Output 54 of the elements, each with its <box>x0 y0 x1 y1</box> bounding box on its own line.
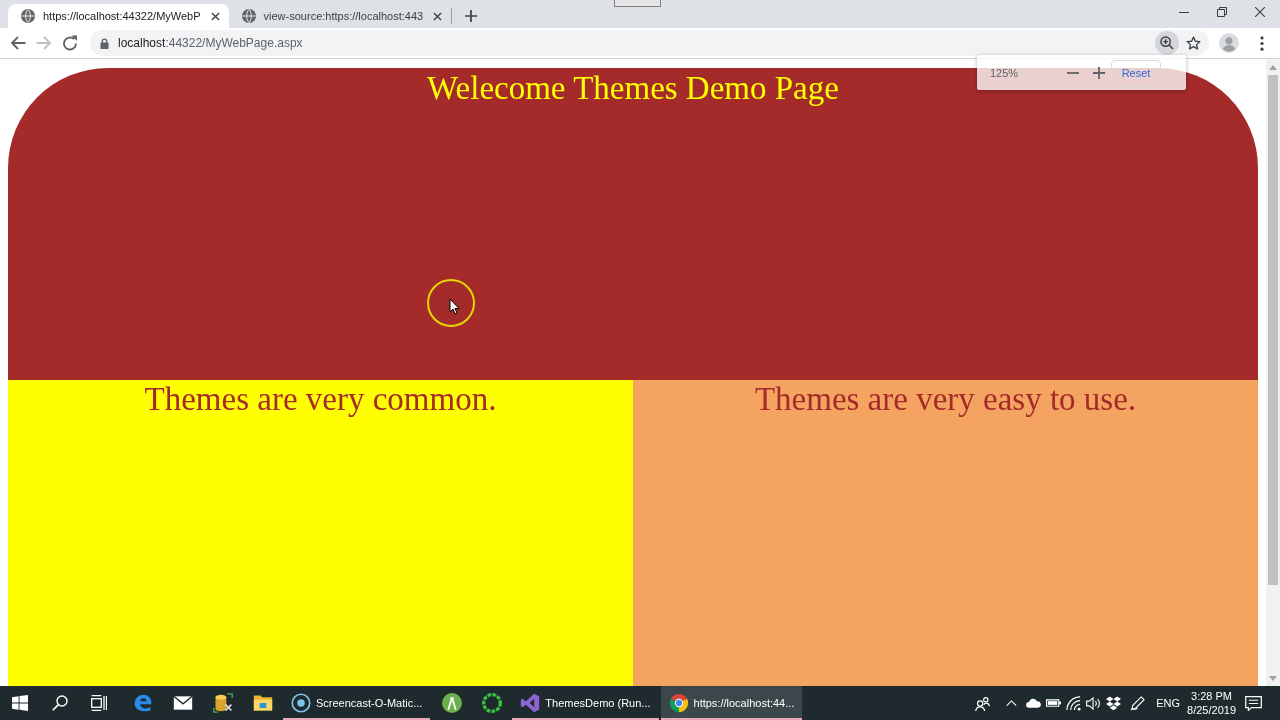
task-view-icon[interactable] <box>91 695 107 711</box>
star-icon[interactable] <box>1186 35 1201 51</box>
round-logo-icon <box>668 693 689 713</box>
search-icon[interactable] <box>52 695 68 711</box>
windows-logo-icon[interactable] <box>12 695 28 711</box>
folder-icon <box>253 693 273 713</box>
minimize-icon[interactable] <box>1179 11 1189 13</box>
taskbar-button[interactable]: https://localhost:44... <box>660 686 803 720</box>
wifi-icon[interactable] <box>1066 695 1082 711</box>
e-logo-icon <box>133 693 153 713</box>
browser-tab[interactable]: view-source:https://localhost:443 <box>228 4 452 28</box>
scrollbar-thumb[interactable] <box>1268 75 1278 585</box>
language-indicator[interactable]: ENG <box>1156 697 1181 709</box>
minus-icon[interactable] <box>1067 71 1079 74</box>
arrow-left-icon[interactable] <box>10 35 26 51</box>
restore-icon[interactable] <box>1217 7 1227 17</box>
clock[interactable]: 3:28 PM 8/25/2019 <box>1187 689 1236 717</box>
zoom-level-text: 125% <box>990 66 1019 79</box>
menu-icon[interactable] <box>1260 35 1264 51</box>
record-circle-icon <box>291 693 311 713</box>
scrollbar[interactable] <box>1266 59 1280 686</box>
envelope-icon <box>173 693 193 713</box>
open-box-logo-icon[interactable] <box>1106 695 1122 711</box>
ribbon-logo-icon <box>520 693 541 713</box>
reset-button[interactable]: Reset <box>1111 59 1161 86</box>
battery-icon[interactable] <box>1046 698 1062 708</box>
pen-icon[interactable] <box>1130 695 1146 711</box>
reload-icon[interactable] <box>62 35 78 51</box>
chevron-up-icon[interactable] <box>1006 700 1018 706</box>
notification-icon[interactable] <box>1245 695 1262 711</box>
close-icon[interactable] <box>433 11 443 21</box>
globe-icon <box>241 9 256 23</box>
compass-icon <box>442 693 463 713</box>
close-icon[interactable] <box>1255 7 1265 17</box>
lock-icon <box>100 37 109 49</box>
page-title: Welecome Themes Demo Page <box>427 69 839 107</box>
panel-text: Themes are very easy to use. <box>754 380 1137 418</box>
people-icon[interactable] <box>975 695 991 711</box>
cursor-icon <box>427 279 475 327</box>
taskbar-button[interactable]: ThemesDemo (Run... <box>512 686 659 720</box>
cloud-icon[interactable] <box>1026 698 1042 708</box>
speaker-icon[interactable] <box>1086 695 1102 711</box>
address-field[interactable]: localhost:44322/MyWebPage.aspx <box>90 30 1209 56</box>
close-icon[interactable] <box>210 11 220 21</box>
panel-text: Themes are very common. <box>144 380 497 418</box>
plus-icon[interactable] <box>1093 66 1105 79</box>
zoom-in-icon[interactable] <box>1155 31 1179 55</box>
database-tool-icon <box>213 693 233 713</box>
ring-icon <box>482 693 503 713</box>
browser-tab[interactable]: https://localhost:44322/MyWebP <box>8 4 229 28</box>
user-silhouette-icon[interactable] <box>1219 33 1239 53</box>
globe-icon <box>21 9 35 23</box>
taskbar-button[interactable]: Screencast-O-Matic... <box>283 686 431 720</box>
plus-icon[interactable] <box>465 10 478 22</box>
